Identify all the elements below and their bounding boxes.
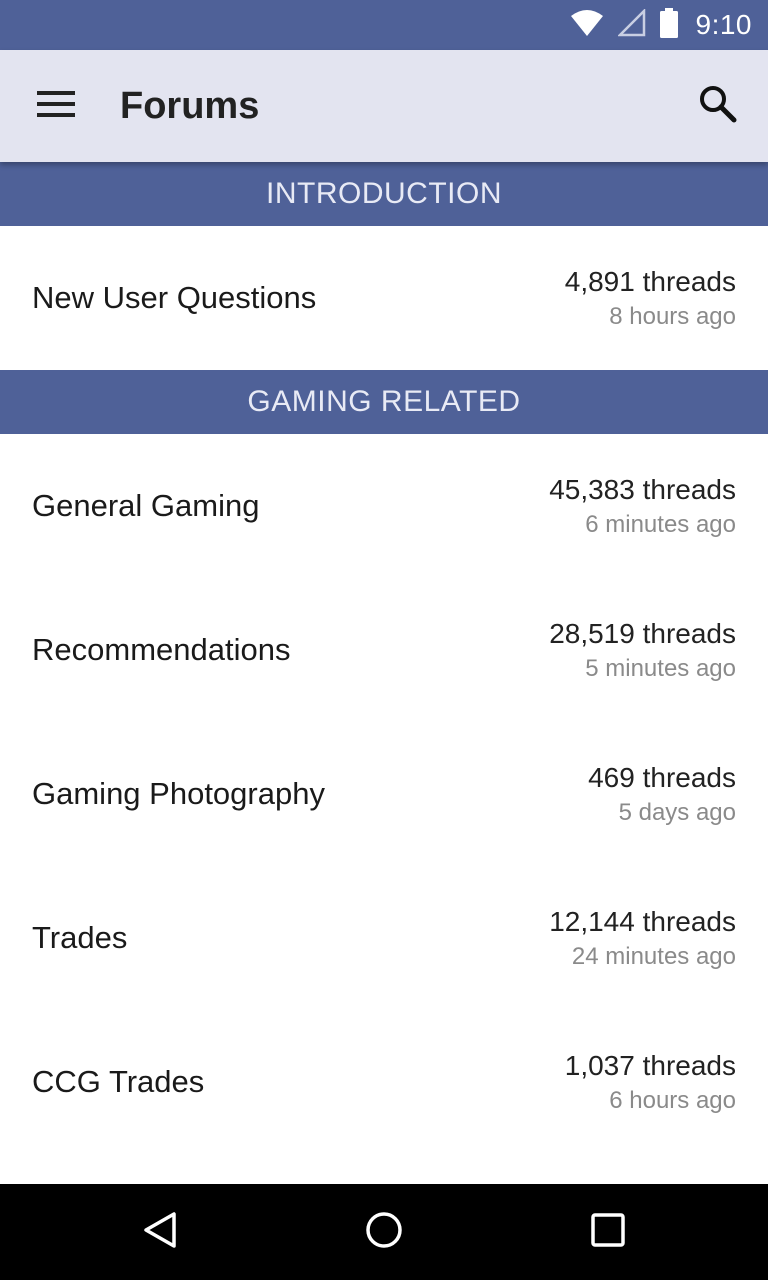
home-button[interactable] bbox=[352, 1202, 416, 1262]
forums-screen: 9:10 Forums INTRODUCTION New User Questi… bbox=[0, 0, 768, 1280]
app-bar: Forums bbox=[0, 50, 768, 162]
last-post-time: 24 minutes ago bbox=[571, 943, 736, 970]
cell-signal-icon bbox=[616, 7, 646, 42]
search-icon bbox=[698, 84, 738, 129]
system-nav-bar bbox=[0, 1184, 768, 1280]
forum-meta: 28,519 threads 5 minutes ago bbox=[549, 616, 736, 686]
forum-name: Gaming Photography bbox=[32, 776, 325, 811]
forum-row-ccg-trades[interactable]: CCG Trades 1,037 threads 6 hours ago bbox=[0, 1010, 768, 1154]
forum-row-new-user-questions[interactable]: New User Questions 4,891 threads 8 hours… bbox=[0, 226, 768, 370]
last-post-time: 6 hours ago bbox=[609, 1087, 736, 1114]
wifi-icon bbox=[570, 9, 604, 42]
forum-list[interactable]: INTRODUCTION New User Questions 4,891 th… bbox=[0, 162, 768, 1184]
thread-count: 1,037 threads bbox=[564, 1050, 736, 1081]
status-time: 9:10 bbox=[695, 9, 752, 40]
forum-meta: 12,144 threads 24 minutes ago bbox=[549, 904, 736, 974]
forum-row-general-gaming[interactable]: General Gaming 45,383 threads 6 minutes … bbox=[0, 434, 768, 578]
status-icons: 9:10 bbox=[570, 0, 753, 50]
recents-button[interactable] bbox=[576, 1202, 640, 1262]
forum-name: General Gaming bbox=[32, 488, 260, 523]
thread-count: 45,383 threads bbox=[549, 474, 736, 505]
thread-count: 12,144 threads bbox=[549, 906, 736, 937]
hamburger-menu-icon bbox=[36, 89, 76, 124]
last-post-time: 8 hours ago bbox=[609, 303, 736, 330]
forum-meta: 45,383 threads 6 minutes ago bbox=[549, 472, 736, 542]
section-header-introduction: INTRODUCTION bbox=[0, 162, 768, 226]
page-title: Forums bbox=[120, 85, 260, 127]
forum-meta: 1,037 threads 6 hours ago bbox=[565, 1048, 736, 1118]
last-post-time: 5 minutes ago bbox=[585, 655, 736, 682]
forum-name: Trades bbox=[32, 920, 128, 955]
forum-row-recommendations[interactable]: Recommendations 28,519 threads 5 minutes… bbox=[0, 578, 768, 722]
battery-icon bbox=[659, 7, 678, 43]
recents-icon bbox=[588, 1210, 628, 1255]
forum-meta: 4,891 threads 8 hours ago bbox=[565, 264, 736, 334]
forum-name: Recommendations bbox=[32, 632, 291, 667]
last-post-time: 6 minutes ago bbox=[585, 511, 736, 538]
section-header-gaming-related: GAMING RELATED bbox=[0, 370, 768, 434]
thread-count: 469 threads bbox=[588, 762, 736, 793]
forum-row-trades[interactable]: Trades 12,144 threads 24 minutes ago bbox=[0, 866, 768, 1010]
back-icon bbox=[140, 1210, 180, 1255]
forum-meta: 469 threads 5 days ago bbox=[588, 760, 736, 830]
thread-count: 28,519 threads bbox=[549, 618, 736, 649]
forum-name: CCG Trades bbox=[32, 1064, 205, 1099]
status-bar: 9:10 bbox=[0, 0, 768, 50]
back-button[interactable] bbox=[128, 1202, 192, 1262]
last-post-time: 5 days ago bbox=[618, 799, 736, 826]
search-button[interactable] bbox=[686, 76, 750, 136]
forum-name: New User Questions bbox=[32, 280, 317, 315]
menu-button[interactable] bbox=[24, 78, 88, 134]
thread-count: 4,891 threads bbox=[564, 266, 736, 297]
home-icon bbox=[364, 1210, 404, 1255]
forum-row-gaming-photography[interactable]: Gaming Photography 469 threads 5 days ag… bbox=[0, 722, 768, 866]
